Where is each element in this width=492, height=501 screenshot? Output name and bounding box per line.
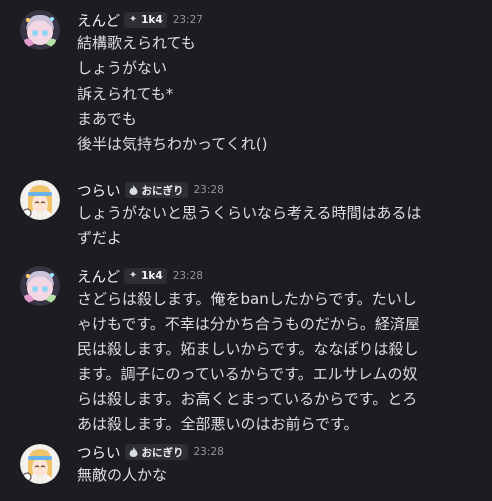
server-tag-badge[interactable]: ✦ 1k4 — [124, 268, 167, 284]
message-line: しょうがない — [77, 59, 168, 77]
message-header: つらい おにぎり 23:28 — [77, 442, 224, 462]
message-line: あは殺します。全部悪いのはお前らです。 — [77, 415, 359, 433]
message-header: えんど ✦ 1k4 23:28 — [77, 266, 203, 286]
server-tag-label: 1k4 — [141, 270, 163, 282]
fire-icon — [129, 185, 139, 195]
message-line: ます。調子にのっているからです。エルサレムの奴 — [77, 365, 418, 383]
timestamp: 23:28 — [193, 446, 224, 458]
username[interactable]: えんど — [77, 266, 120, 287]
server-tag-label: おにぎり — [141, 446, 184, 459]
avatar[interactable] — [20, 266, 60, 306]
message-line: しょうがないと思うくらいなら考える時間はあるは — [77, 204, 422, 222]
message-line: 無敵の人かな — [77, 466, 168, 484]
message-line: ゃけもです。不幸は分かち合うものだから。経済屋 — [77, 315, 420, 333]
message-line: 民は殺します。妬ましいからです。ななぽりは殺し — [77, 340, 419, 358]
message-header: えんど ✦ 1k4 23:27 — [77, 10, 203, 30]
server-tag-label: おにぎり — [141, 184, 184, 197]
message-line: らは殺します。お高くとまっているからです。とろ — [77, 390, 418, 408]
avatar[interactable] — [20, 10, 60, 50]
server-tag-badge[interactable]: ✦ 1k4 — [124, 12, 167, 28]
message-line: さどらは殺します。俺をbanしたからです。たいし — [77, 290, 417, 308]
username[interactable]: つらい — [77, 442, 121, 463]
server-tag-badge[interactable]: おにぎり — [124, 182, 188, 198]
server-tag-label: 1k4 — [141, 14, 163, 26]
server-tag-badge[interactable]: おにぎり — [124, 444, 188, 460]
message-line: まあでも — [77, 110, 137, 128]
username[interactable]: えんど — [77, 10, 120, 31]
avatar[interactable] — [20, 180, 60, 220]
timestamp: 23:28 — [172, 270, 203, 282]
fire-icon — [129, 447, 139, 457]
message-line: 訴えられても* — [77, 85, 174, 103]
timestamp: 23:27 — [172, 14, 203, 26]
message-line: 結構歌えられても — [77, 34, 196, 52]
message-line: ずだよ — [77, 229, 122, 247]
sparkle-icon: ✦ — [128, 14, 138, 25]
avatar[interactable] — [20, 444, 60, 484]
username[interactable]: つらい — [77, 180, 121, 201]
message-line: 後半は気持ちわかってくれ() — [77, 135, 268, 153]
timestamp: 23:28 — [193, 184, 224, 196]
sparkle-icon: ✦ — [128, 270, 138, 281]
message-header: つらい おにぎり 23:28 — [77, 180, 224, 200]
